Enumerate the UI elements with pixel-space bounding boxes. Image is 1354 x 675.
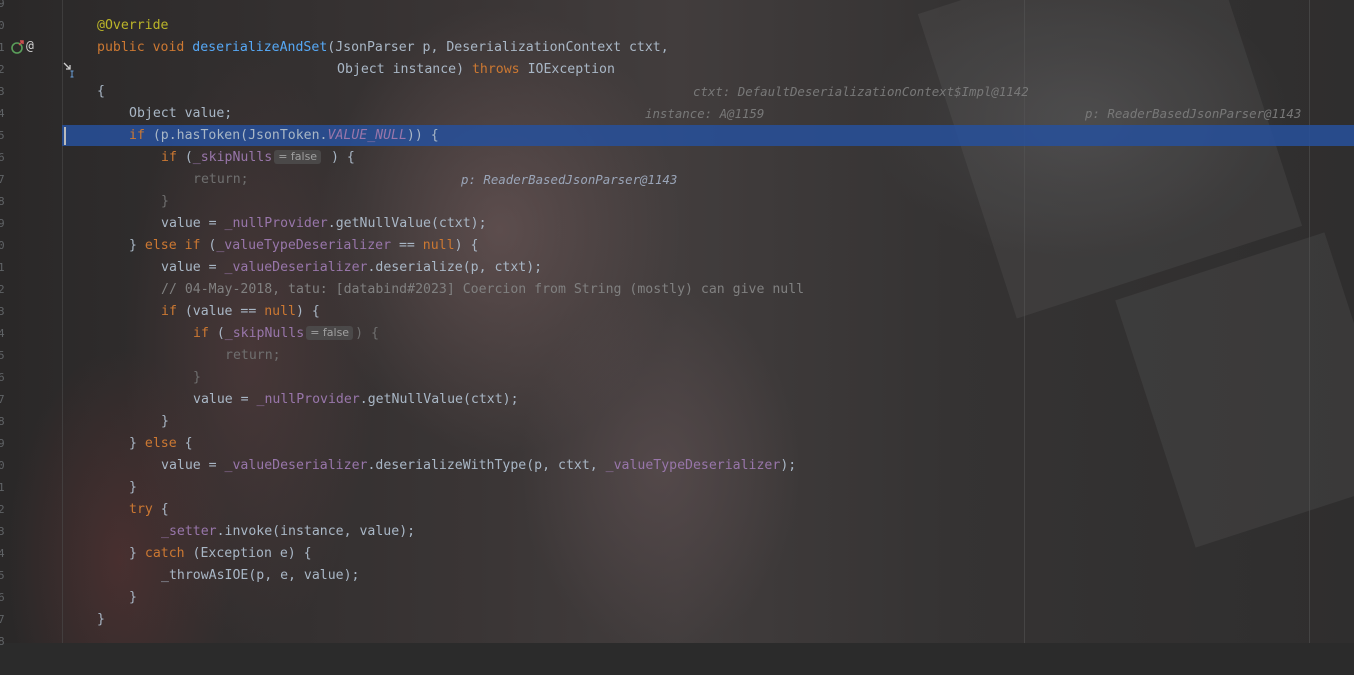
line-number: 9 bbox=[0, 0, 5, 10]
code-text: value = bbox=[161, 260, 225, 275]
code-line[interactable]: _throwAsIOE(p, e, value); bbox=[0, 565, 1354, 587]
code-text: (p.hasToken(JsonToken. bbox=[144, 128, 328, 143]
code-text: ( bbox=[176, 150, 193, 165]
keyword-token: if bbox=[161, 304, 177, 319]
code-text: Object instance) bbox=[337, 62, 472, 77]
code-line[interactable]: value = _nullProvider.getNullValue(ctxt)… bbox=[0, 389, 1354, 411]
code-text: } bbox=[129, 436, 145, 451]
code-text: } bbox=[129, 590, 137, 605]
code-line[interactable]: _setter.invoke(instance, value); bbox=[0, 521, 1354, 543]
code-text: .deserialize(p, ctxt); bbox=[367, 260, 543, 275]
constant-token: VALUE_NULL bbox=[327, 128, 407, 143]
code-text: Object value; bbox=[129, 106, 233, 121]
code-line[interactable]: } bbox=[0, 411, 1354, 433]
code-text: } bbox=[97, 612, 105, 627]
keyword-token: try bbox=[129, 502, 153, 517]
code-text: ( bbox=[208, 326, 225, 341]
code-text: } bbox=[129, 480, 137, 495]
comment-text: // 04-May-2018, tatu: [databind#2023] Co… bbox=[161, 282, 805, 297]
code-text: IOException bbox=[519, 62, 615, 77]
keyword-token: null bbox=[264, 304, 296, 319]
code-line[interactable]: } bbox=[0, 477, 1354, 499]
code-line[interactable]: } else { bbox=[0, 433, 1354, 455]
code-text: ( bbox=[200, 238, 217, 253]
code-line[interactable]: value = _nullProvider.getNullValue(ctxt)… bbox=[0, 213, 1354, 235]
code-line[interactable]: return; bbox=[0, 345, 1354, 367]
code-text: { bbox=[176, 436, 193, 451]
code-line-execution-point[interactable]: if (p.hasToken(JsonToken.VALUE_NULL)) { … bbox=[0, 125, 1354, 187]
code-text: } bbox=[129, 546, 145, 561]
code-text: )) { bbox=[406, 128, 439, 143]
field-token: _valueTypeDeserializer bbox=[605, 458, 781, 473]
code-line[interactable]: public void deserializeAndSet(JsonParser… bbox=[0, 37, 1354, 121]
code-line[interactable]: // 04-May-2018, tatu: [databind#2023] Co… bbox=[0, 279, 1354, 301]
code-line[interactable]: } else if (_valueTypeDeserializer == nul… bbox=[0, 235, 1354, 257]
code-line[interactable]: } bbox=[0, 587, 1354, 609]
keyword-token: public void bbox=[97, 40, 193, 55]
code-line[interactable]: value = _valueDeserializer.deserialize(p… bbox=[0, 257, 1354, 279]
field-token: _skipNulls bbox=[192, 150, 273, 165]
field-token: _setter bbox=[161, 524, 217, 539]
code-text: return; bbox=[225, 348, 281, 363]
keyword-token: if bbox=[193, 326, 209, 341]
code-text: (Exception e) { bbox=[184, 546, 312, 561]
code-line[interactable]: } bbox=[0, 609, 1354, 631]
field-token: _skipNulls bbox=[224, 326, 305, 341]
code-line[interactable]: if (_skipNulls = false) { bbox=[0, 323, 1354, 345]
code-line[interactable]: @Override bbox=[0, 15, 1354, 37]
code-text: } bbox=[193, 370, 201, 385]
code-line[interactable]: value = _valueDeserializer.deserializeWi… bbox=[0, 455, 1354, 477]
code-text: (value == bbox=[176, 304, 265, 319]
code-line[interactable]: Object value; bbox=[0, 103, 1354, 125]
code-text: return; bbox=[193, 172, 249, 187]
code-text: .getNullValue(ctxt); bbox=[327, 216, 487, 231]
code-text: ) { bbox=[355, 326, 379, 341]
inline-value-hint: = false bbox=[306, 326, 354, 340]
code-text: (JsonParser p, DeserializationContext ct… bbox=[327, 40, 669, 55]
code-text: value = bbox=[193, 392, 257, 407]
code-text: } bbox=[129, 238, 145, 253]
field-token: _nullProvider bbox=[224, 216, 328, 231]
code-text: } bbox=[161, 414, 169, 429]
keyword-token: if bbox=[161, 150, 177, 165]
code-line[interactable]: } bbox=[0, 367, 1354, 389]
code-text: .getNullValue(ctxt); bbox=[359, 392, 519, 407]
code-line[interactable]: } catch (Exception e) { bbox=[0, 543, 1354, 565]
code-text: { bbox=[97, 84, 105, 99]
code-text: .deserializeWithType(p, ctxt, bbox=[367, 458, 606, 473]
code-line[interactable]: Object instance) throws IOException inst… bbox=[0, 59, 1354, 121]
code-line[interactable]: return; bbox=[0, 169, 1354, 191]
code-text: ) { bbox=[323, 150, 355, 165]
method-name: deserializeAndSet bbox=[192, 40, 328, 55]
code-text: == bbox=[391, 238, 423, 253]
inline-value-hint: = false bbox=[274, 150, 322, 164]
code-text: } bbox=[161, 194, 169, 209]
code-line[interactable]: { bbox=[0, 81, 1354, 103]
code-text: ); bbox=[780, 458, 797, 473]
keyword-token: if bbox=[129, 128, 145, 143]
code-text: .invoke(instance, value); bbox=[216, 524, 416, 539]
keyword-token: throws bbox=[471, 62, 520, 77]
field-token: _valueTypeDeserializer bbox=[216, 238, 392, 253]
keyword-token: else if bbox=[144, 238, 201, 253]
code-text: value = bbox=[161, 216, 225, 231]
keyword-token: catch bbox=[144, 546, 185, 561]
field-token: _valueDeserializer bbox=[224, 260, 368, 275]
code-text: ) { bbox=[454, 238, 479, 253]
code-line[interactable]: if (_skipNulls = false ) { bbox=[0, 147, 1354, 169]
code-text: _throwAsIOE(p, e, value); bbox=[161, 568, 360, 583]
code-line[interactable]: } bbox=[0, 191, 1354, 213]
field-token: _nullProvider bbox=[256, 392, 360, 407]
code-text: value = bbox=[161, 458, 225, 473]
code-text: ) { bbox=[296, 304, 320, 319]
code-text: { bbox=[152, 502, 169, 517]
keyword-token: null bbox=[422, 238, 455, 253]
field-token: _valueDeserializer bbox=[224, 458, 368, 473]
code-line[interactable]: try { bbox=[0, 499, 1354, 521]
annotation-token: @Override bbox=[97, 18, 169, 33]
keyword-token: else bbox=[144, 436, 177, 451]
code-line[interactable]: if (value == null) { bbox=[0, 301, 1354, 323]
